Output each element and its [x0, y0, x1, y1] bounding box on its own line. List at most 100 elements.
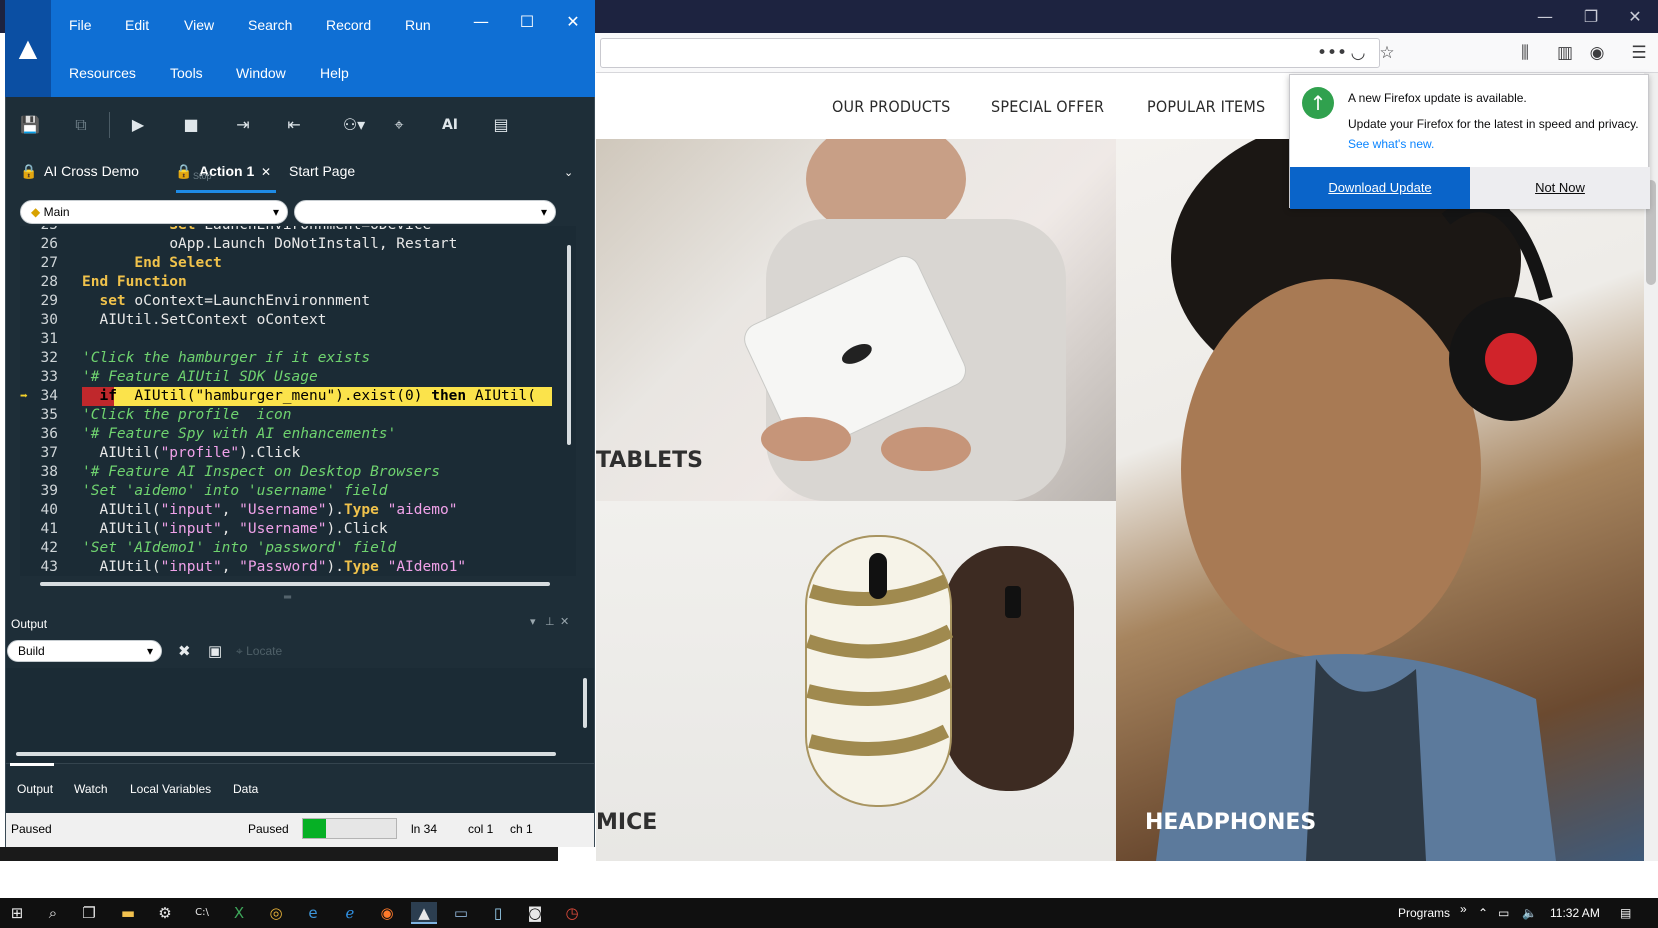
code-line[interactable]: 25 Set LaunchEnvironnment=oDevice [20, 226, 576, 235]
programs-toolbar[interactable]: Programs [1398, 906, 1450, 920]
hamburger-menu-icon[interactable]: ☰ [1626, 40, 1652, 66]
menu-search[interactable]: Search [248, 17, 292, 33]
edge-icon[interactable]: ℯ [337, 902, 363, 924]
not-now-button[interactable]: Not Now [1470, 167, 1650, 209]
code-line[interactable]: 37 AIUtil("profile").Click [20, 444, 576, 463]
nav-popular-items[interactable]: POPULAR ITEMS [1147, 97, 1265, 116]
account-icon[interactable]: ◉ [1584, 40, 1610, 66]
scope-combo[interactable]: ◆ Main ▾ [20, 200, 288, 224]
pin-icon[interactable]: ⊥ [545, 615, 555, 628]
pane-close-icon[interactable]: ✕ [560, 615, 569, 628]
splitter-handle[interactable]: ═ [284, 592, 291, 603]
output-source-combo[interactable]: Build ▾ [7, 640, 162, 662]
archive-icon[interactable]: ▤ [487, 112, 515, 138]
output-horizontal-thumb[interactable] [16, 752, 556, 756]
nav-our-products[interactable]: OUR PRODUCTS [832, 97, 950, 116]
code-line[interactable]: 30 AIUtil.SetContext oContext [20, 311, 576, 330]
tab-overflow-icon[interactable]: ⌄ [564, 166, 573, 179]
code-line[interactable]: 26 oApp.Launch DoNotInstall, Restart [20, 235, 576, 254]
download-update-button[interactable]: Download Update [1290, 167, 1470, 209]
notepad-icon[interactable]: ▯ [485, 902, 511, 924]
menu-help[interactable]: Help [320, 65, 349, 81]
code-line[interactable]: 36 '# Feature Spy with AI enhancements' [20, 425, 576, 444]
menu-edit[interactable]: Edit [125, 17, 149, 33]
code-line[interactable]: 39 'Set 'aidemo' into 'username' field [20, 482, 576, 501]
nav-special-offer[interactable]: SPECIAL OFFER [991, 97, 1104, 116]
bottom-tab-data[interactable]: Data [233, 782, 258, 796]
ide-close-button[interactable]: ✕ [558, 12, 588, 31]
code-line[interactable]: 41 AIUtil("input", "Username").Click [20, 520, 576, 539]
menu-run[interactable]: Run [405, 17, 431, 33]
uft-icon[interactable]: ▲ [411, 902, 437, 924]
headphones-label[interactable]: HEADPHONES [1145, 810, 1316, 835]
library-icon[interactable]: ⫼ [1512, 40, 1538, 66]
menu-window[interactable]: Window [236, 65, 286, 81]
menu-resources[interactable]: Resources [69, 65, 136, 81]
step-into-icon[interactable]: ⇥ [229, 112, 257, 138]
tab-close-icon[interactable]: ✕ [261, 165, 271, 179]
menu-tools[interactable]: Tools [170, 65, 203, 81]
menu-record[interactable]: Record [326, 17, 371, 33]
bottom-tab-watch[interactable]: Watch [74, 782, 108, 796]
file-explorer-icon[interactable]: ▬ [115, 902, 141, 924]
clear-output-icon[interactable]: ✖ [178, 642, 191, 660]
clock-app-icon[interactable]: ◷ [559, 902, 585, 924]
volume-icon[interactable]: 🔈 [1522, 906, 1537, 920]
editor-horizontal-scrollbar[interactable] [40, 582, 550, 586]
tray-overflow-icon[interactable]: ⌃ [1478, 906, 1488, 920]
member-combo[interactable]: ▾ [294, 200, 556, 224]
code-line[interactable]: 43 AIUtil("input", "Password").Type "AId… [20, 558, 576, 576]
firefox-restore-button[interactable]: ❐ [1571, 5, 1611, 29]
search-icon[interactable]: ⌕ [40, 902, 66, 924]
ai-inspect-button[interactable]: AI [436, 112, 464, 138]
whats-new-link[interactable]: See what's new. [1348, 137, 1434, 151]
sidebar-icon[interactable]: ▥ [1552, 40, 1578, 66]
programs-chevron-icon[interactable]: » [1460, 902, 1467, 916]
firefox-url-bar[interactable] [600, 38, 1380, 68]
bottom-tab-output[interactable]: Output [17, 782, 53, 796]
bookmark-star-icon[interactable]: ☆ [1374, 40, 1400, 66]
chrome-icon[interactable]: ◎ [263, 902, 289, 924]
record-mode-icon[interactable]: ⚇▾ [334, 112, 374, 138]
copy-output-icon[interactable]: ▣ [208, 642, 222, 660]
code-line[interactable]: 31 [20, 330, 576, 349]
tablets-tile[interactable] [596, 139, 1116, 501]
code-line[interactable]: 29 set oContext=LaunchEnvironnment [20, 292, 576, 311]
windows-start-icon[interactable]: ⊞ [4, 902, 30, 924]
menu-file[interactable]: File [69, 17, 92, 33]
firefox-minimize-button[interactable]: — [1525, 5, 1565, 29]
code-line[interactable]: 27 End Select [20, 254, 576, 273]
stop-icon[interactable]: ■ [177, 112, 205, 138]
rdp-icon[interactable]: ▭ [448, 902, 474, 924]
save-all-icon[interactable]: ⧉ [67, 112, 95, 138]
output-text-area[interactable] [6, 668, 594, 763]
run-icon[interactable]: ▶ [124, 112, 152, 138]
locate-button[interactable]: ⌖ Locate [236, 644, 282, 659]
code-line[interactable]: 40 AIUtil("input", "Username").Type "aid… [20, 501, 576, 520]
tab-ai-cross-demo[interactable]: AI Cross Demo [44, 163, 139, 179]
code-line[interactable]: 42 'Set 'AIdemo1' into 'password' field [20, 539, 576, 558]
pane-dropdown-icon[interactable]: ▾ [530, 615, 536, 628]
code-line[interactable]: 38 '# Feature AI Inspect on Desktop Brows… [20, 463, 576, 482]
output-vertical-thumb[interactable] [583, 678, 587, 728]
object-spy-icon[interactable]: ⌖ [385, 112, 413, 138]
excel-icon[interactable]: X [226, 902, 252, 924]
tablets-label[interactable]: TABLETS [596, 448, 703, 473]
code-line[interactable]: 34 ➡ if AIUtil("hamburger_menu").exist(0)… [20, 387, 576, 406]
mice-tile[interactable] [596, 501, 1116, 861]
firefox-close-button[interactable]: ✕ [1615, 5, 1655, 29]
code-line[interactable]: 35 'Click the profile icon [20, 406, 576, 425]
bottom-tab-local-variables[interactable]: Local Variables [130, 782, 211, 796]
ide-minimize-button[interactable]: — [466, 12, 496, 31]
network-icon[interactable]: ▭ [1498, 906, 1509, 920]
headphones-tile[interactable] [1116, 139, 1644, 861]
ie-icon[interactable]: e [300, 902, 326, 924]
editor-vertical-thumb[interactable] [567, 245, 571, 445]
task-view-icon[interactable]: ❐ [76, 902, 102, 924]
more-icon[interactable]: ••• [1317, 40, 1347, 66]
ide-maximize-button[interactable]: ☐ [512, 12, 542, 31]
code-line[interactable]: 33 '# Feature AIUtil SDK Usage [20, 368, 576, 387]
settings-icon[interactable]: ⚙ [152, 902, 178, 924]
code-line[interactable]: 28 End Function [20, 273, 576, 292]
notifications-icon[interactable]: ▤ [1620, 906, 1631, 920]
